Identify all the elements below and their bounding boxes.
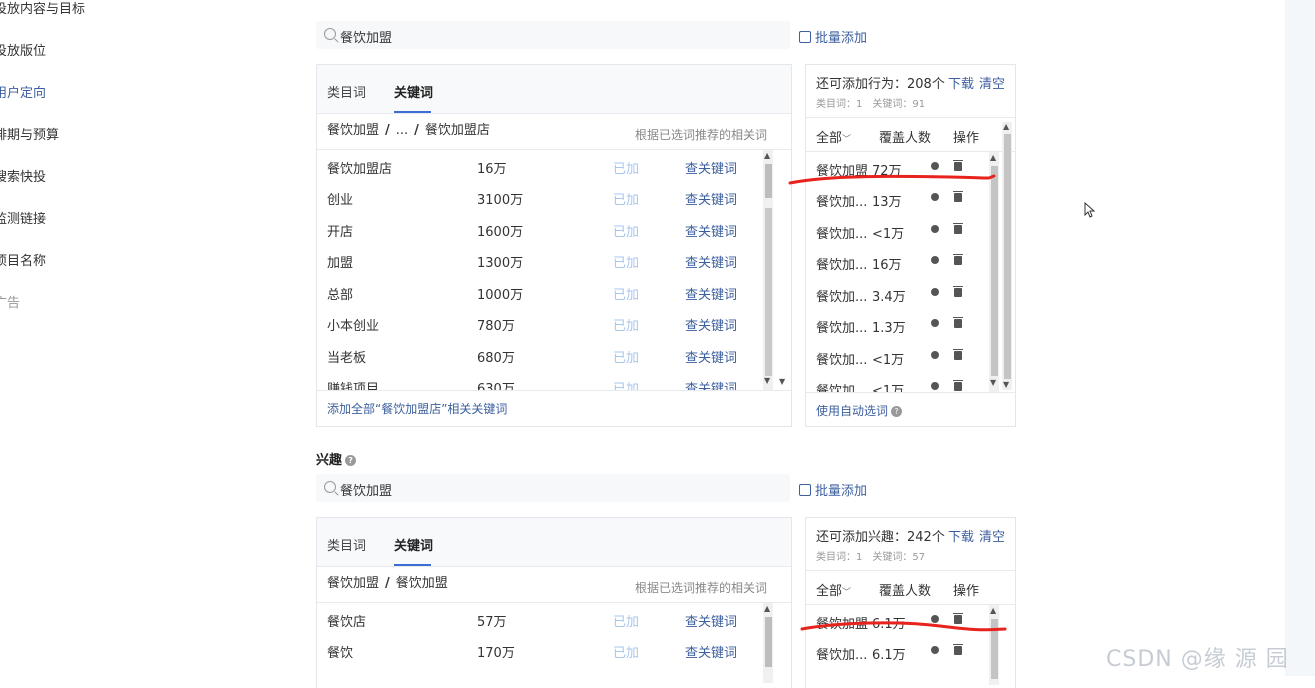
mouse-cursor-icon	[1084, 202, 1096, 218]
annotation-underline	[800, 621, 1007, 632]
red-annotation-strokes	[788, 174, 1007, 632]
annotation-underline	[788, 174, 996, 185]
watermark: CSDN @缘 源 园	[1106, 647, 1289, 672]
